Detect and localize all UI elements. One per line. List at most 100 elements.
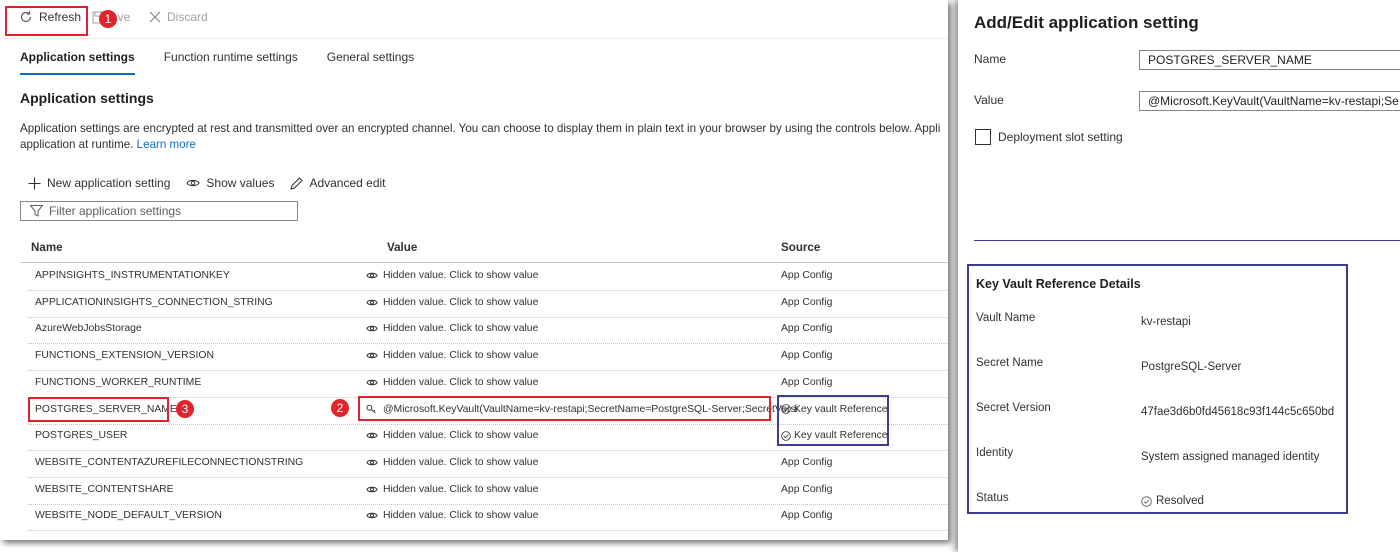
setting-source: App Config — [781, 510, 832, 521]
annotation-value-highlight — [358, 396, 771, 421]
value-field[interactable]: @Microsoft.KeyVault(VaultName=kv-restapi… — [1139, 91, 1400, 111]
setting-value[interactable]: Hidden value. Click to show value — [366, 457, 538, 468]
setting-value-text: Hidden value. Click to show value — [383, 510, 539, 522]
filter-input[interactable]: Filter application settings — [20, 201, 298, 221]
setting-name[interactable]: FUNCTIONS_WORKER_RUNTIME — [35, 377, 201, 388]
column-header-value[interactable]: Value — [387, 241, 417, 254]
table-row[interactable]: FUNCTIONS_WORKER_RUNTIME Hidden value. Cl… — [0, 371, 948, 398]
column-header-source[interactable]: Source — [781, 241, 820, 254]
show-values-button[interactable]: Show values — [186, 176, 274, 190]
filter-placeholder: Filter application settings — [49, 204, 182, 218]
setting-value-text: Hidden value. Click to show value — [383, 483, 539, 495]
value-field-label: Value — [974, 93, 1004, 107]
setting-value-text: Hidden value. Click to show value — [383, 350, 539, 362]
setting-source: App Config — [781, 323, 832, 334]
table-row[interactable]: FUNCTIONS_EXTENSION_VERSION Hidden value.… — [0, 344, 948, 372]
kv-secret-version-value: 47fae3d6b0fd45618c93f144c5c650bd — [1141, 406, 1335, 418]
setting-name[interactable]: APPINSIGHTS_INSTRUMENTATIONKEY — [35, 270, 230, 281]
setting-name[interactable]: AzureWebJobsStorage — [35, 323, 142, 334]
setting-value[interactable]: Hidden value. Click to show value — [366, 350, 538, 361]
setting-name[interactable]: APPLICATIONINSIGHTS_CONNECTION_STRING — [35, 297, 273, 308]
tab-general-settings[interactable]: General settings — [327, 50, 414, 75]
tab-function-runtime-settings[interactable]: Function runtime settings — [164, 50, 298, 75]
learn-more-link[interactable]: Learn more — [137, 138, 196, 151]
eye-icon — [366, 299, 378, 305]
eye-icon — [186, 179, 200, 187]
eye-icon — [366, 272, 378, 279]
eye-icon — [366, 352, 378, 359]
setting-name[interactable]: WEBSITE_CONTENTSHARE — [35, 484, 174, 495]
description-line-1: Application settings are encrypted at re… — [20, 122, 941, 135]
table-row[interactable]: APPLICATIONINSIGHTS_CONNECTION_STRING Hid… — [0, 291, 948, 318]
setting-source-text: App Config — [781, 323, 833, 335]
deployment-slot-checkbox[interactable] — [975, 129, 991, 145]
kv-status-text: Resolved — [1156, 495, 1204, 507]
kv-secret-name-label: Secret Name — [976, 357, 1044, 369]
name-field-label: Name — [974, 52, 1007, 66]
eye-icon — [366, 486, 378, 492]
setting-value-text: Hidden value. Click to show value — [383, 376, 539, 388]
annotation-badge-1: 1 — [99, 10, 117, 28]
setting-value[interactable]: Hidden value. Click to show value — [366, 430, 538, 441]
setting-name[interactable]: FUNCTIONS_EXTENSION_VERSION — [35, 350, 214, 361]
eye-icon — [366, 513, 378, 519]
key-vault-reference-details: Key Vault Reference Details Vault Name k… — [967, 264, 1348, 514]
kv-identity-label: Identity — [976, 447, 1014, 459]
kv-details-title: Key Vault Reference Details — [976, 277, 1141, 291]
annotation-badge-2: 2 — [331, 399, 349, 417]
check-circle-icon — [1141, 495, 1152, 507]
setting-source: App Config — [781, 297, 832, 308]
setting-value-text: Hidden value. Click to show value — [383, 456, 539, 468]
setting-name[interactable]: WEBSITE_CONTENTAZUREFILECONNECTIONSTRING — [35, 457, 303, 468]
column-header-name[interactable]: Name — [31, 241, 63, 254]
discard-button[interactable]: Discard — [149, 10, 208, 24]
plus-icon — [28, 177, 41, 189]
discard-label: Discard — [167, 10, 208, 24]
eye-icon — [366, 459, 378, 466]
setting-value-text: Hidden value. Click to show value — [383, 430, 539, 442]
setting-value[interactable]: Hidden value. Click to show value — [366, 510, 538, 521]
setting-value[interactable]: Hidden value. Click to show value — [366, 297, 538, 308]
setting-value-text: Hidden value. Click to show value — [383, 323, 539, 335]
table-row[interactable]: WEBSITE_CONTENTAZUREFILECONNECTIONSTRING… — [0, 451, 948, 478]
app-settings-blade: Refresh ave Discard 1 Application settin… — [0, 0, 948, 540]
eye-icon — [366, 379, 378, 386]
setting-source-text: App Config — [781, 456, 833, 468]
close-icon — [149, 11, 161, 23]
setting-value[interactable]: Hidden value. Click to show value — [366, 323, 538, 334]
eye-icon — [366, 326, 378, 332]
pencil-icon — [290, 176, 304, 190]
setting-value-text: Hidden value. Click to show value — [383, 296, 539, 308]
table-row[interactable]: APPINSIGHTS_INSTRUMENTATIONKEY Hidden val… — [0, 264, 948, 291]
setting-name[interactable]: POSTGRES_USER — [35, 430, 127, 441]
setting-source: App Config — [781, 377, 832, 388]
deployment-slot-label: Deployment slot setting — [998, 130, 1123, 144]
kv-identity-value: System assigned managed identity — [1141, 451, 1320, 463]
setting-source-text: App Config — [781, 350, 833, 362]
setting-value[interactable]: Hidden value. Click to show value — [366, 270, 538, 281]
setting-source-text: App Config — [781, 376, 833, 388]
settings-tabs: Application settings Function runtime se… — [20, 50, 443, 75]
table-actions: New application setting Show values Adva… — [28, 176, 402, 190]
setting-source-text: App Config — [781, 270, 833, 281]
table-row[interactable]: WEBSITE_CONTENTSHARE Hidden value. Click … — [0, 478, 948, 505]
setting-source-text: App Config — [781, 296, 833, 308]
show-values-label: Show values — [206, 176, 275, 190]
row-divider — [28, 530, 948, 532]
table-row[interactable]: AzureWebJobsStorage Hidden value. Click t… — [0, 317, 948, 345]
section-description: Application settings are encrypted at re… — [20, 121, 948, 153]
kv-status-label: Status — [976, 492, 1009, 504]
new-application-setting-button[interactable]: New application setting — [28, 176, 170, 190]
tab-application-settings[interactable]: Application settings — [20, 50, 135, 75]
add-edit-setting-panel: Add/Edit application setting Name POSTGR… — [958, 0, 1400, 552]
kv-secret-name-value: PostgreSQL-Server — [1141, 361, 1242, 373]
annotation-refresh-highlight — [5, 6, 88, 36]
setting-source: App Config — [781, 270, 832, 281]
filter-icon — [30, 205, 43, 217]
setting-value[interactable]: Hidden value. Click to show value — [366, 484, 538, 495]
table-row[interactable]: WEBSITE_NODE_DEFAULT_VERSION Hidden value… — [0, 504, 948, 532]
setting-name[interactable]: WEBSITE_NODE_DEFAULT_VERSION — [35, 510, 222, 521]
name-field[interactable]: POSTGRES_SERVER_NAME — [1139, 50, 1400, 70]
setting-value[interactable]: Hidden value. Click to show value — [366, 377, 538, 388]
advanced-edit-button[interactable]: Advanced edit — [290, 176, 386, 190]
